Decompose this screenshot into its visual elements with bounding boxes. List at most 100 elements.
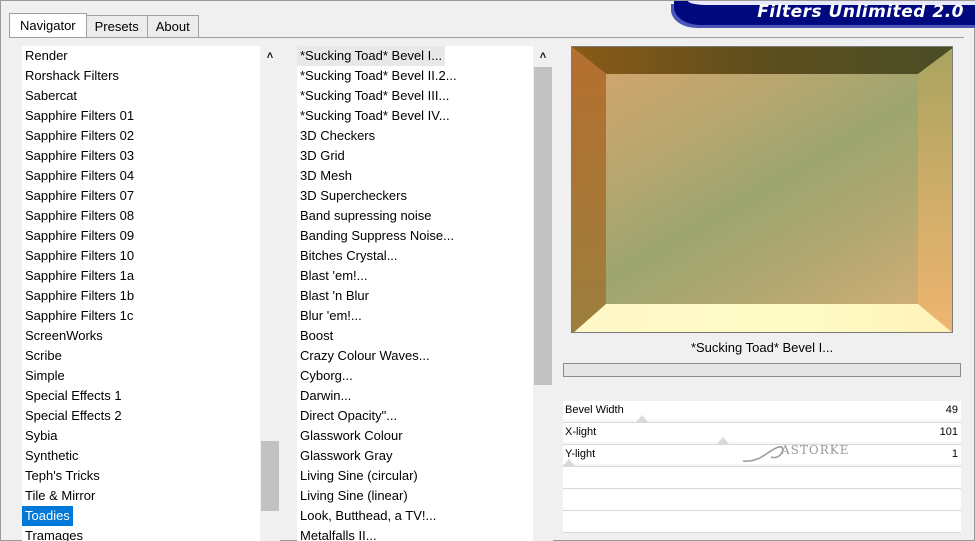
filter-preview xyxy=(571,46,953,333)
filter-item[interactable]: 3D Supercheckers xyxy=(297,186,533,206)
filter-item[interactable]: Metalfalls II... xyxy=(297,526,533,541)
filter-item[interactable]: Direct Opacity"... xyxy=(297,406,533,426)
filter-item-label: Blast 'em!... xyxy=(300,268,368,283)
category-item[interactable]: Tramages xyxy=(22,526,260,541)
filter-scroll-thumb[interactable] xyxy=(534,67,552,385)
filter-item-label: 3D Mesh xyxy=(300,168,353,183)
category-item[interactable]: Sabercat xyxy=(22,86,260,106)
category-item[interactable]: Sapphire Filters 03 xyxy=(22,146,260,166)
filter-item[interactable]: Glasswork Gray xyxy=(297,446,533,466)
tab-navigator[interactable]: Navigator xyxy=(9,13,87,37)
param-slider-track[interactable] xyxy=(563,420,961,422)
watermark-logo: ASTORKE xyxy=(741,439,871,469)
category-item[interactable]: Sapphire Filters 07 xyxy=(22,186,260,206)
category-item-label: Sapphire Filters 09 xyxy=(25,228,135,243)
param-slider-handle[interactable] xyxy=(563,459,575,466)
filter-item[interactable]: Glasswork Colour xyxy=(297,426,533,446)
category-item[interactable]: Special Effects 2 xyxy=(22,406,260,426)
category-list[interactable]: Render Rorshack Filters Sabercat Sapphire F… xyxy=(22,46,260,541)
filter-scroll-up-button[interactable]: ˄ xyxy=(533,46,553,66)
empty-param-row xyxy=(563,467,961,489)
filter-item[interactable]: Boost xyxy=(297,326,533,346)
filter-item[interactable]: Look, Butthead, a TV!... xyxy=(297,506,533,526)
filter-item[interactable]: Band supressing noise xyxy=(297,206,533,226)
category-item[interactable]: Sapphire Filters 1a xyxy=(22,266,260,286)
filter-item-label: Look, Butthead, a TV!... xyxy=(300,508,437,523)
category-item[interactable]: Rorshack Filters xyxy=(22,66,260,86)
category-item-label: Tile & Mirror xyxy=(25,488,96,503)
filter-item[interactable]: Blast 'em!... xyxy=(297,266,533,286)
category-item-label: Simple xyxy=(25,368,65,383)
filter-item-label: Metalfalls II... xyxy=(300,528,377,541)
category-item-label: Sapphire Filters 1a xyxy=(25,268,135,283)
filter-item[interactable]: *Sucking Toad* Bevel III... xyxy=(297,86,533,106)
category-item-label: Sapphire Filters 01 xyxy=(25,108,135,123)
filter-item[interactable]: Banding Suppress Noise... xyxy=(297,226,533,246)
filter-item-label: Living Sine (linear) xyxy=(300,488,408,503)
filter-item[interactable]: Blast 'n Blur xyxy=(297,286,533,306)
category-item[interactable]: Sapphire Filters 08 xyxy=(22,206,260,226)
brand-title: Filters Unlimited 2.0 xyxy=(757,2,964,22)
filter-item[interactable]: Living Sine (circular) xyxy=(297,466,533,486)
category-item-label: Tramages xyxy=(25,528,84,541)
category-item[interactable]: Sapphire Filters 1b xyxy=(22,286,260,306)
category-item[interactable]: Toadies xyxy=(22,506,260,526)
category-item[interactable]: Render xyxy=(22,46,260,66)
param-value: 49 xyxy=(945,404,958,416)
category-item[interactable]: Sapphire Filters 04 xyxy=(22,166,260,186)
tab-bar: Navigator Presets About xyxy=(9,13,199,37)
filter-scrollbar[interactable]: ˄ xyxy=(533,46,553,541)
filter-item[interactable]: 3D Mesh xyxy=(297,166,533,186)
filter-item-label: *Sucking Toad* Bevel I... xyxy=(297,46,446,66)
category-item-label: Sybia xyxy=(25,428,58,443)
category-item[interactable]: Sapphire Filters 10 xyxy=(22,246,260,266)
tab-about[interactable]: About xyxy=(146,15,199,37)
filter-item[interactable]: Cyborg... xyxy=(297,366,533,386)
filter-item-label: Bitches Crystal... xyxy=(300,248,398,263)
filter-item-label: Boost xyxy=(300,328,334,343)
category-item[interactable]: Tile & Mirror xyxy=(22,486,260,506)
category-item[interactable]: Sapphire Filters 02 xyxy=(22,126,260,146)
category-scrollbar[interactable]: ˄ xyxy=(260,46,280,541)
category-item-label: Teph's Tricks xyxy=(25,468,100,483)
category-item[interactable]: Sapphire Filters 09 xyxy=(22,226,260,246)
category-item[interactable]: ScreenWorks xyxy=(22,326,260,346)
filter-item[interactable]: Living Sine (linear) xyxy=(297,486,533,506)
filter-item[interactable]: *Sucking Toad* Bevel IV... xyxy=(297,106,533,126)
category-item-label: Sapphire Filters 04 xyxy=(25,168,135,183)
category-item[interactable]: Special Effects 1 xyxy=(22,386,260,406)
category-scroll-up-button[interactable]: ˄ xyxy=(260,46,280,66)
category-item-label: Sapphire Filters 08 xyxy=(25,208,135,223)
category-item[interactable]: Synthetic xyxy=(22,446,260,466)
filter-item-label: *Sucking Toad* Bevel II.2... xyxy=(300,68,457,83)
filter-list[interactable]: *Sucking Toad* Bevel I... *Sucking Toad* … xyxy=(297,46,533,541)
filter-item[interactable]: *Sucking Toad* Bevel I... xyxy=(297,46,533,66)
category-item-label: Sapphire Filters 1b xyxy=(25,288,135,303)
category-item[interactable]: Teph's Tricks xyxy=(22,466,260,486)
empty-param-row xyxy=(563,511,961,533)
category-item-label: Render xyxy=(25,48,68,63)
filter-item[interactable]: 3D Grid xyxy=(297,146,533,166)
watermark-text: ASTORKE xyxy=(781,443,850,457)
param-slider-handle[interactable] xyxy=(717,437,730,444)
category-item[interactable]: Simple xyxy=(22,366,260,386)
category-item[interactable]: Sybia xyxy=(22,426,260,446)
category-item[interactable]: Scribe xyxy=(22,346,260,366)
filter-item[interactable]: Darwin... xyxy=(297,386,533,406)
category-item[interactable]: Sapphire Filters 01 xyxy=(22,106,260,126)
filter-item[interactable]: Bitches Crystal... xyxy=(297,246,533,266)
param-slider-handle[interactable] xyxy=(636,415,649,422)
category-item-label: Sapphire Filters 02 xyxy=(25,128,135,143)
category-item[interactable]: Sapphire Filters 1c xyxy=(22,306,260,326)
filter-item-label: Glasswork Colour xyxy=(300,428,403,443)
tab-presets[interactable]: Presets xyxy=(85,15,148,37)
param-slider-row[interactable]: Bevel Width 49 xyxy=(563,401,961,423)
filter-item[interactable]: Crazy Colour Waves... xyxy=(297,346,533,366)
filter-item[interactable]: 3D Checkers xyxy=(297,126,533,146)
filter-item-label: 3D Checkers xyxy=(300,128,376,143)
filter-item[interactable]: Blur 'em!... xyxy=(297,306,533,326)
category-scroll-thumb[interactable] xyxy=(261,441,279,511)
filter-item[interactable]: *Sucking Toad* Bevel II.2... xyxy=(297,66,533,86)
brand-banner: Filters Unlimited 2.0 xyxy=(674,1,975,25)
filter-item-label: Glasswork Gray xyxy=(300,448,393,463)
